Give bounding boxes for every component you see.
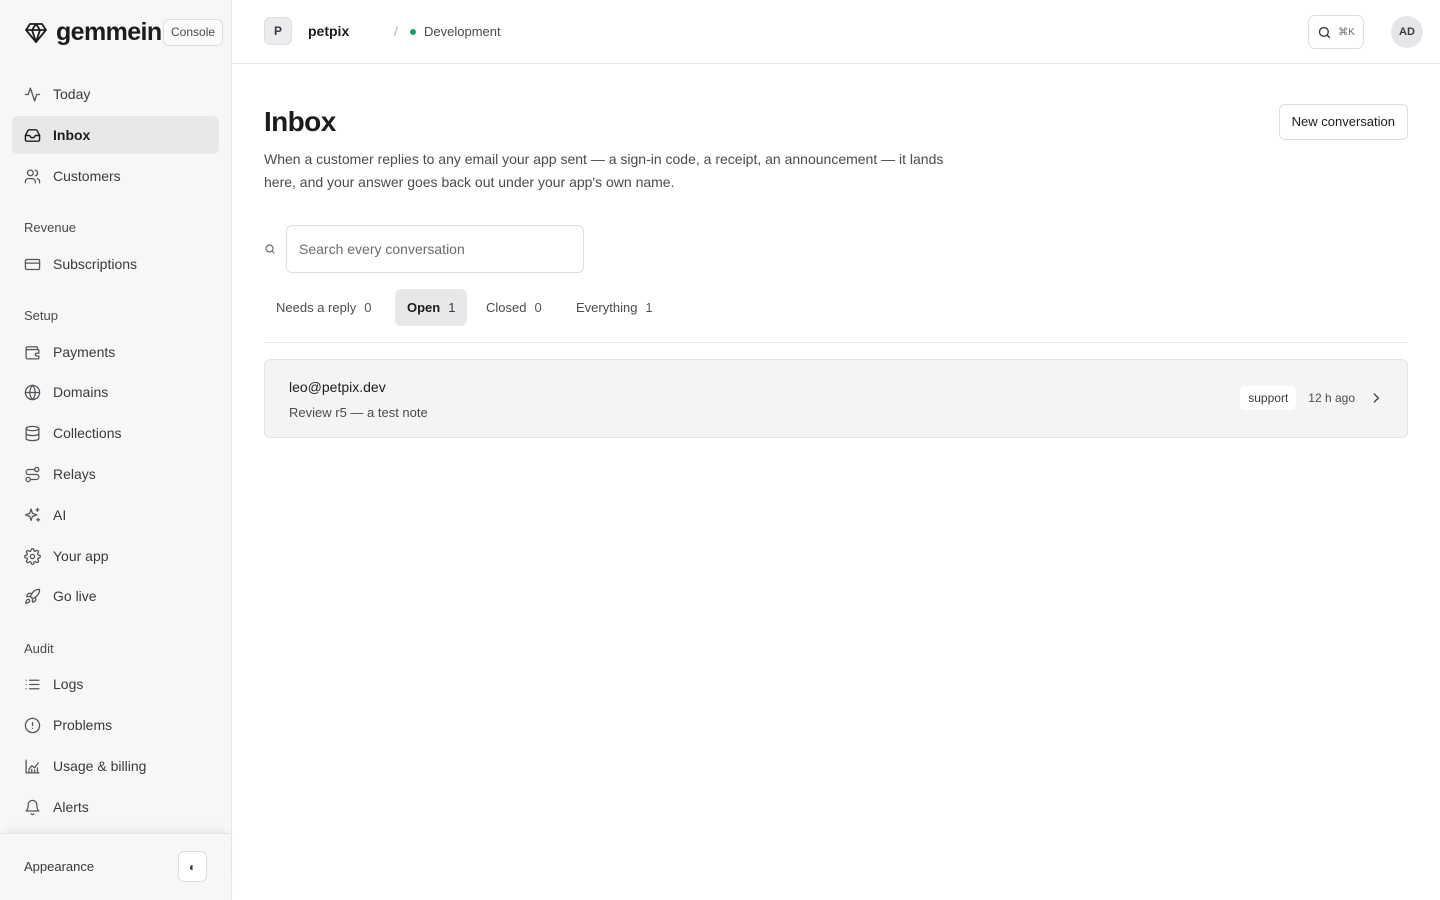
sidebar-item-inbox[interactable]: Inbox bbox=[12, 116, 219, 154]
brand[interactable]: gemmein bbox=[24, 18, 162, 47]
conversation-subject: Review r5 — a test note bbox=[289, 405, 428, 420]
sidebar-item-go-live[interactable]: Go live bbox=[12, 577, 219, 615]
sidebar-item-label: Your app bbox=[53, 548, 109, 564]
credit-card-icon bbox=[24, 258, 41, 270]
sidebar-item-label: Alerts bbox=[53, 799, 89, 815]
users-icon bbox=[24, 168, 41, 184]
conversation-meta: support 12 h ago bbox=[1240, 386, 1383, 410]
conversation-search bbox=[264, 225, 584, 273]
sidebar-item-customers[interactable]: Customers bbox=[12, 157, 219, 195]
search-shortcut: ⌘K bbox=[1338, 26, 1355, 38]
sidebar-item-your-app[interactable]: Your app bbox=[12, 537, 219, 575]
tab-count: 1 bbox=[645, 300, 653, 315]
bell-icon bbox=[25, 799, 40, 815]
theme-toggle-button[interactable]: ◐ bbox=[178, 851, 207, 882]
sidebar-item-ai[interactable]: AI bbox=[12, 496, 219, 534]
sidebar-item-label: Logs bbox=[53, 676, 84, 692]
wallet-icon bbox=[25, 345, 40, 360]
sidebar-item-problems[interactable]: Problems bbox=[12, 706, 219, 744]
sidebar: gemmein Console Today Inbox Customers Re… bbox=[0, 0, 232, 900]
conversation-sender: leo@petpix.dev bbox=[289, 379, 386, 395]
environment-status-dot bbox=[410, 28, 416, 35]
conversation-time: 12 h ago bbox=[1308, 391, 1355, 405]
tab-open[interactable]: Open 1 bbox=[395, 289, 468, 326]
sidebar-item-label: Problems bbox=[53, 717, 113, 733]
sidebar-item-label: Customers bbox=[53, 168, 121, 184]
sidebar-item-label: Subscriptions bbox=[53, 256, 138, 272]
tab-everything[interactable]: Everything 1 bbox=[564, 289, 665, 326]
sidebar-item-payments[interactable]: Payments bbox=[12, 333, 219, 371]
sidebar-item-label: Today bbox=[53, 86, 91, 102]
tab-label: Everything bbox=[576, 300, 638, 315]
database-icon bbox=[25, 425, 40, 441]
sparkles-icon bbox=[24, 507, 41, 522]
tab-count: 0 bbox=[364, 300, 372, 315]
page-title: Inbox bbox=[264, 106, 336, 137]
sidebar-item-today[interactable]: Today bbox=[12, 75, 219, 113]
chart-icon bbox=[25, 758, 40, 774]
sidebar-item-alerts[interactable]: Alerts bbox=[12, 788, 219, 826]
appearance-label: Appearance bbox=[24, 859, 95, 874]
environment-label: Development bbox=[424, 24, 501, 39]
console-badge: Console bbox=[163, 19, 224, 46]
page-description: When a customer replies to any email you… bbox=[264, 151, 944, 190]
inbox-icon bbox=[24, 128, 41, 142]
sidebar-item-label: Payments bbox=[53, 344, 116, 360]
tab-label: Open bbox=[407, 300, 441, 315]
sidebar-item-label: AI bbox=[53, 507, 67, 523]
conversation-tabs: Needs a reply 0 Open 1 Closed 0 Everythi… bbox=[264, 289, 1408, 343]
command-search-button[interactable]: ⌘K bbox=[1308, 15, 1364, 49]
tab-label: Needs a reply bbox=[276, 300, 357, 315]
project-avatar[interactable]: P bbox=[264, 17, 292, 45]
sidebar-item-collections[interactable]: Collections bbox=[12, 414, 219, 452]
sidebar-footer: Appearance ◐ bbox=[0, 833, 231, 900]
sidebar-item-label: Go live bbox=[53, 588, 97, 604]
sidebar-item-usage-billing[interactable]: Usage & billing bbox=[12, 747, 219, 785]
section-label-audit: Audit bbox=[24, 641, 54, 656]
gem-logo-icon bbox=[25, 22, 47, 43]
section-label-revenue: Revenue bbox=[24, 220, 77, 235]
sidebar-item-label: Inbox bbox=[53, 127, 91, 143]
project-switcher[interactable]: petpix bbox=[308, 23, 349, 39]
list-icon bbox=[25, 679, 40, 689]
route-icon bbox=[25, 466, 40, 482]
topbar: P petpix / Development ⌘K AD bbox=[232, 0, 1440, 64]
breadcrumb-separator: / bbox=[394, 23, 398, 39]
sidebar-item-label: Collections bbox=[53, 425, 122, 441]
search-icon bbox=[265, 244, 275, 254]
gear-icon bbox=[24, 547, 41, 565]
search-input[interactable] bbox=[286, 225, 584, 273]
sidebar-item-relays[interactable]: Relays bbox=[12, 455, 219, 493]
tab-label: Closed bbox=[486, 300, 527, 315]
sidebar-item-logs[interactable]: Logs bbox=[12, 665, 219, 703]
sidebar-item-label: Relays bbox=[53, 466, 96, 482]
tab-needs-a-reply[interactable]: Needs a reply 0 bbox=[264, 289, 383, 326]
contrast-icon: ◐ bbox=[188, 859, 197, 874]
conversation-tag: support bbox=[1240, 386, 1297, 410]
section-label-setup: Setup bbox=[24, 308, 58, 323]
tab-count: 0 bbox=[534, 300, 542, 315]
activity-icon bbox=[24, 86, 41, 102]
globe-icon bbox=[24, 384, 41, 400]
tab-closed[interactable]: Closed 0 bbox=[474, 289, 554, 326]
tab-count: 1 bbox=[448, 300, 456, 315]
sidebar-item-label: Usage & billing bbox=[53, 758, 147, 774]
chevron-right-icon bbox=[1373, 393, 1379, 403]
environment-switcher[interactable]: Development bbox=[410, 24, 501, 39]
alert-circle-icon bbox=[24, 717, 41, 733]
sidebar-item-subscriptions[interactable]: Subscriptions bbox=[12, 245, 219, 283]
rocket-icon bbox=[25, 588, 41, 604]
user-avatar[interactable]: AD bbox=[1391, 16, 1423, 48]
search-icon bbox=[1318, 26, 1331, 38]
sidebar-item-label: Domains bbox=[53, 384, 109, 400]
conversation-row[interactable]: leo@petpix.dev Review r5 — a test note s… bbox=[264, 359, 1408, 438]
new-conversation-button[interactable]: New conversation bbox=[1278, 104, 1408, 140]
sidebar-item-domains[interactable]: Domains bbox=[12, 373, 219, 411]
brand-name: gemmein bbox=[56, 18, 162, 46]
